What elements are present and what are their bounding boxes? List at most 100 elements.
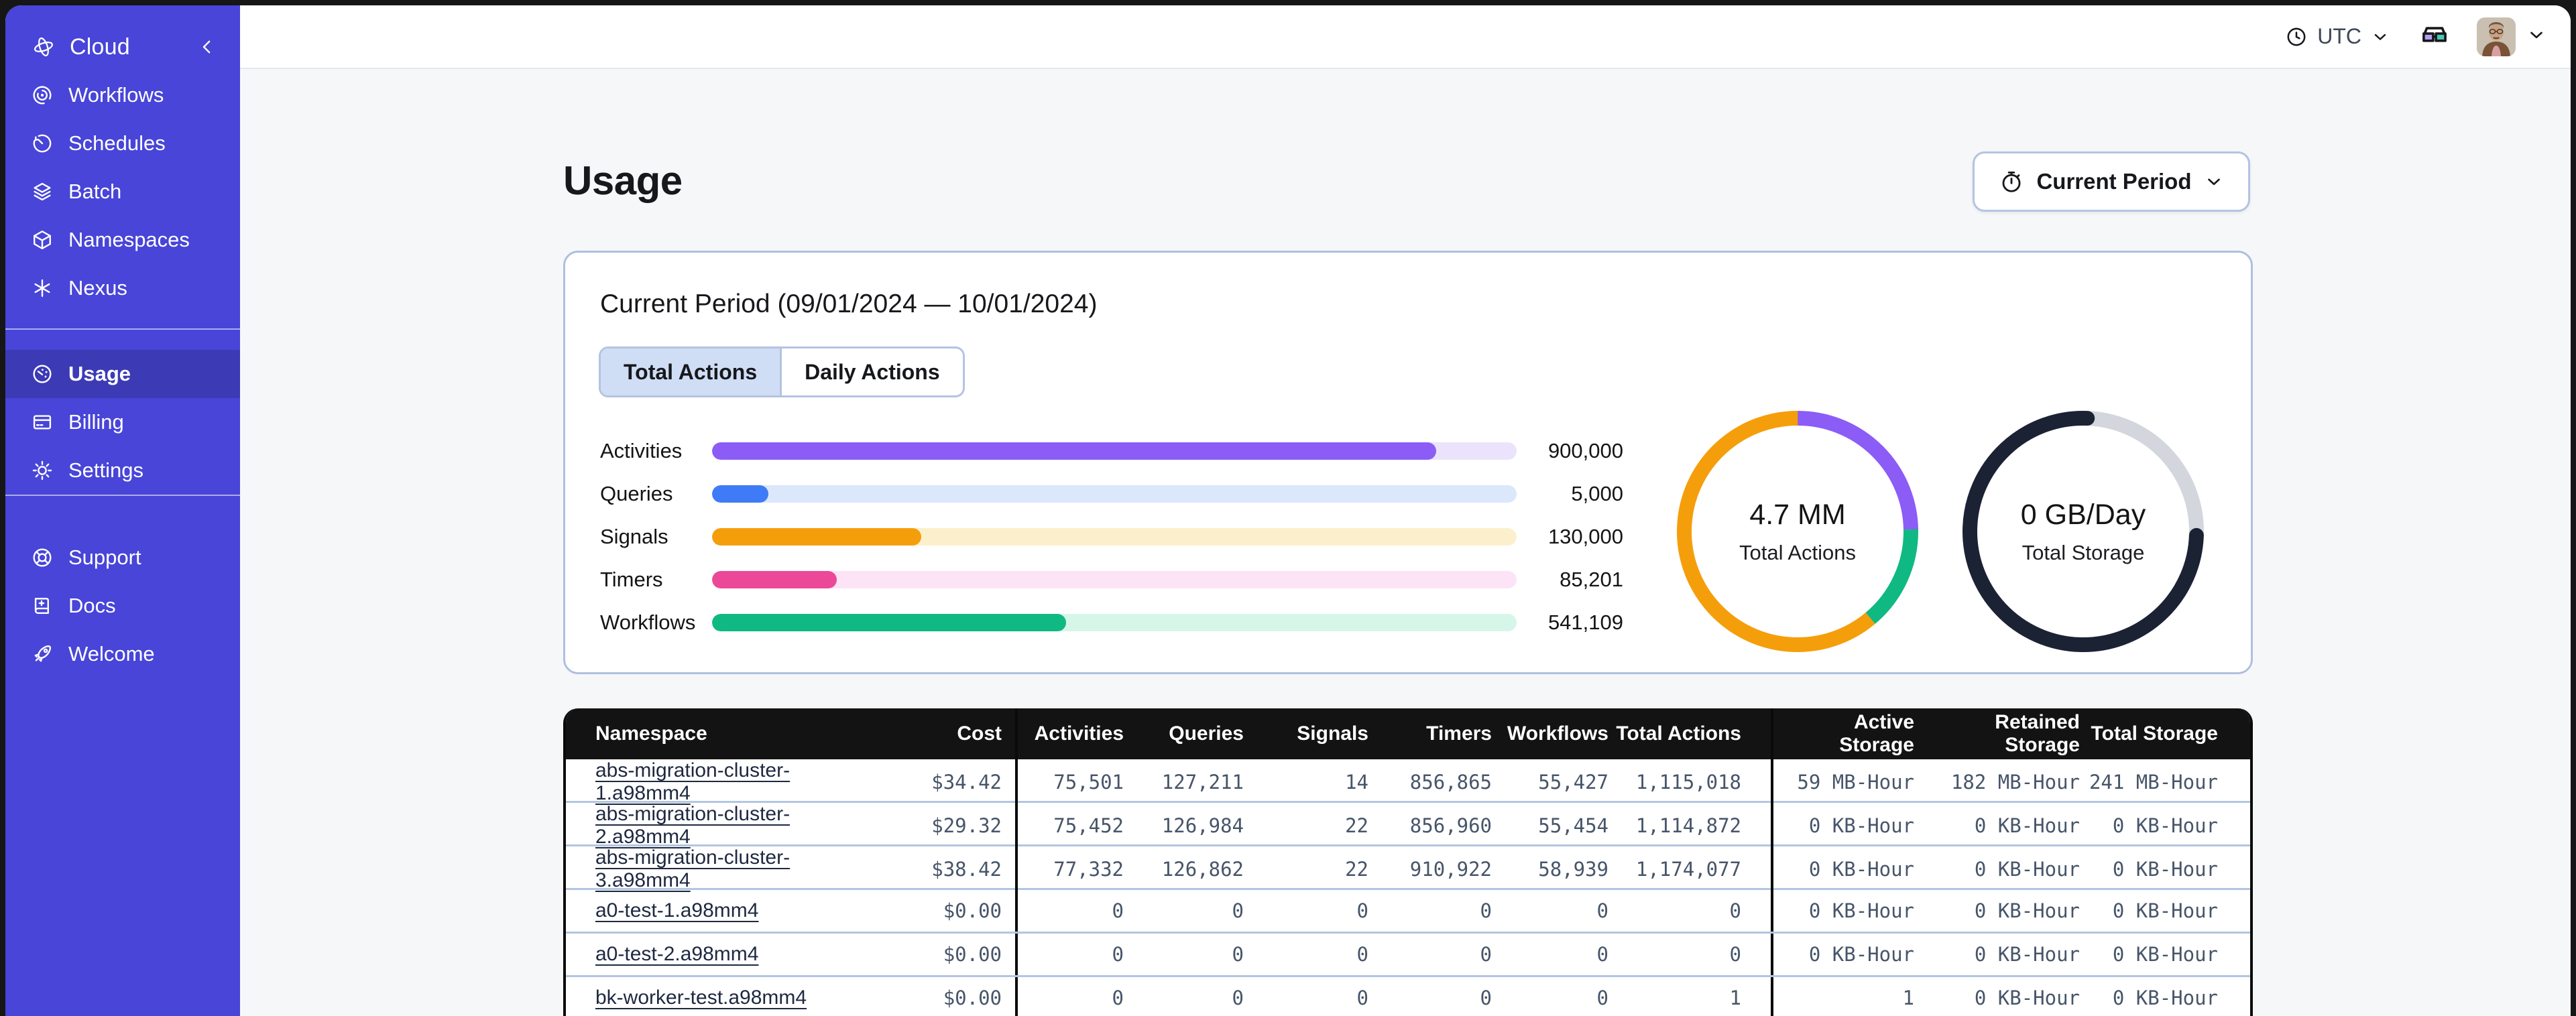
account-menu-chevron-icon[interactable] <box>2526 25 2546 48</box>
value-cell: 0 <box>1480 987 1492 1009</box>
sidebar-item-billing[interactable]: Billing <box>5 398 240 446</box>
sidebar-item-support[interactable]: Support <box>5 533 240 582</box>
value-cell: 0 KB-Hour <box>2112 943 2218 966</box>
sidebar-brand[interactable]: Cloud <box>5 23 240 71</box>
value-cell: 0 KB-Hour <box>2112 814 2218 837</box>
bar-row-signals: Signals 130,000 <box>600 515 1623 558</box>
value-cell: 126,984 <box>1161 814 1244 837</box>
chevron-down-icon <box>2374 34 2386 40</box>
card-title: Current Period (09/01/2024 — 10/01/2024) <box>600 290 1098 318</box>
value-cell: 0 KB-Hour <box>1974 814 2080 837</box>
value-cell: 0 <box>1611 890 1773 932</box>
total-actions-donut: 4.7 MM Total Actions <box>1670 404 1925 659</box>
sidebar-nav-help: Support Docs Welcome <box>5 533 240 678</box>
bar-row-timers: Timers 85,201 <box>600 558 1623 601</box>
schedules-icon <box>31 132 54 155</box>
value-cell: 59 MB-Hour <box>1797 771 1914 793</box>
sidebar-item-namespaces[interactable]: Namespaces <box>5 216 240 264</box>
column-header-retained-storage: Retained Storage <box>1995 711 2080 756</box>
bar-label: Timers <box>600 568 663 591</box>
bar-fill <box>712 571 837 588</box>
sidebar-item-docs[interactable]: Docs <box>5 582 240 630</box>
period-selector-button[interactable]: Current Period <box>1973 151 2250 212</box>
value-cell: $38.42 <box>881 846 1018 892</box>
avatar[interactable] <box>2477 17 2516 56</box>
value-cell: 58,939 <box>1538 858 1608 881</box>
namespace-link[interactable]: abs-migration-cluster-1.a98mm4 <box>595 759 790 804</box>
bar-fill <box>712 442 1436 460</box>
sidebar-item-label: Welcome <box>68 642 155 665</box>
bar-label: Signals <box>600 525 668 548</box>
value-cell: 1 <box>1611 977 1773 1016</box>
stopwatch-icon <box>2003 171 2021 192</box>
timezone-selector[interactable]: UTC <box>2285 24 2390 49</box>
value-cell: 0 KB-Hour <box>1808 943 1914 966</box>
total-storage-label: Total Storage <box>2022 540 2145 564</box>
bar-track <box>712 528 1517 546</box>
namespace-link[interactable]: abs-migration-cluster-3.a98mm4 <box>595 846 790 891</box>
value-cell: 75,501 <box>1053 771 1124 793</box>
bar-row-workflows: Workflows 541,109 <box>600 601 1623 644</box>
namespaces-icon <box>31 229 54 251</box>
feature-glasses-icon[interactable] <box>2419 19 2450 54</box>
value-cell: 0 KB-Hour <box>1808 858 1914 881</box>
value-cell: 182 MB-Hour <box>1950 771 2080 793</box>
sidebar-item-workflows[interactable]: Workflows <box>5 71 240 119</box>
cloud-logo-icon <box>32 36 55 58</box>
value-cell: 0 KB-Hour <box>1974 858 2080 881</box>
bar-fill <box>712 485 768 503</box>
table-header-row: Namespace Cost Activities Queries Signals Tim… <box>566 708 2250 759</box>
sidebar-item-nexus[interactable]: Nexus <box>5 264 240 312</box>
tab-total-actions[interactable]: Total Actions <box>601 348 780 395</box>
bar-track <box>712 614 1517 631</box>
value-cell: 0 <box>1232 943 1244 966</box>
sidebar-item-label: Workflows <box>68 83 164 107</box>
actions-tab-group: Total Actions Daily Actions <box>599 346 965 397</box>
column-header-active-storage: Active Storage <box>1839 711 1914 756</box>
sidebar-item-usage[interactable]: Usage <box>5 350 240 398</box>
namespace-link[interactable]: a0-test-2.a98mm4 <box>595 943 758 965</box>
sidebar-item-settings[interactable]: Settings <box>5 446 240 495</box>
value-cell: 1 <box>1902 987 1914 1009</box>
namespace-cell: bk-worker-test.a98mm4 <box>566 987 881 1009</box>
namespace-link[interactable]: bk-worker-test.a98mm4 <box>595 987 807 1009</box>
sidebar-item-label: Docs <box>68 594 116 617</box>
value-cell: 0 <box>1480 899 1492 922</box>
clock-icon <box>2287 27 2306 46</box>
sidebar-item-schedules[interactable]: Schedules <box>5 119 240 168</box>
total-storage-value: 0 GB/Day <box>2020 498 2146 531</box>
sidebar-nav-main: Workflows Schedules Batch Namespaces Nexus <box>5 71 240 312</box>
namespace-link[interactable]: a0-test-1.a98mm4 <box>595 899 758 922</box>
value-cell: 55,427 <box>1538 771 1608 793</box>
page-title: Usage <box>563 158 683 203</box>
value-cell: 75,452 <box>1053 814 1124 837</box>
value-cell: 127,211 <box>1161 771 1244 793</box>
bar-label: Workflows <box>600 611 696 634</box>
sidebar-nav-account: Usage Billing Settings <box>5 350 240 495</box>
namespace-cell: abs-migration-cluster-1.a98mm4 <box>566 759 881 805</box>
column-header-namespace: Namespace <box>595 722 707 745</box>
sidebar-item-batch[interactable]: Batch <box>5 168 240 216</box>
welcome-icon <box>31 643 54 665</box>
sidebar-item-label: Support <box>68 546 141 569</box>
sidebar-item-label: Usage <box>68 362 131 385</box>
bar-track <box>712 485 1517 503</box>
value-cell: 0 KB-Hour <box>1974 987 2080 1009</box>
support-icon <box>31 546 54 569</box>
sidebar-item-welcome[interactable]: Welcome <box>5 630 240 678</box>
namespace-link[interactable]: abs-migration-cluster-2.a98mm4 <box>595 803 790 848</box>
usage-icon <box>31 363 54 385</box>
batch-icon <box>31 180 54 203</box>
value-cell: $0.00 <box>881 934 1018 975</box>
bar-label: Activities <box>600 439 683 462</box>
brand-label: Cloud <box>70 34 130 60</box>
nexus-icon <box>31 277 54 300</box>
sidebar-collapse-icon[interactable] <box>197 37 217 57</box>
value-cell: 0 KB-Hour <box>1808 814 1914 837</box>
column-header-timers: Timers <box>1426 722 1492 745</box>
docs-icon <box>31 594 54 617</box>
value-cell: 856,960 <box>1409 814 1492 837</box>
value-cell: 1,115,018 <box>1611 759 1773 805</box>
tab-daily-actions[interactable]: Daily Actions <box>780 348 963 395</box>
sidebar-item-label: Billing <box>68 410 124 434</box>
